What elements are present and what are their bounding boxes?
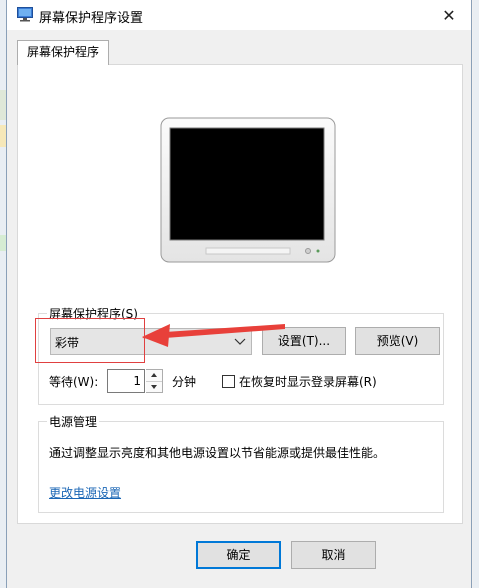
minute-label: 分钟 (172, 375, 197, 389)
preview-button[interactable]: 预览(V) (355, 327, 440, 355)
title-bar[interactable]: 屏幕保护程序设置 ✕ (7, 0, 471, 30)
monitor-preview-image (160, 117, 336, 263)
screensaver-settings-dialog: 屏幕保护程序设置 ✕ 屏幕保护程序 屏幕保护程序(S) 彩带 设置(T)... … (6, 0, 472, 588)
close-button[interactable]: ✕ (427, 0, 471, 30)
change-power-settings-link[interactable]: 更改电源设置 (49, 484, 121, 501)
chevron-down-icon (234, 338, 246, 345)
power-group-label: 电源管理 (47, 413, 100, 430)
background-app-right-edge (473, 0, 479, 588)
window-title: 屏幕保护程序设置 (39, 11, 144, 26)
resume-login-checkbox[interactable] (222, 375, 235, 388)
cancel-button[interactable]: 取消 (291, 541, 376, 569)
annotation-highlight-box (35, 318, 145, 363)
stepper-down-icon[interactable] (146, 381, 162, 392)
monitor-app-icon (17, 7, 33, 22)
settings-button[interactable]: 设置(T)... (262, 327, 346, 355)
tab-screensaver[interactable]: 屏幕保护程序 (17, 40, 109, 65)
tab-panel: 屏幕保护程序(S) 彩带 设置(T)... 预览(V) 等待(W): 1 分钟 (17, 64, 463, 524)
ok-button[interactable]: 确定 (196, 541, 281, 569)
power-management-group: 电源管理 通过调整显示亮度和其他电源设置以节省能源或提供最佳性能。 更改电源设置 (38, 413, 444, 513)
resume-login-label[interactable]: 在恢复时显示登录屏幕(R) (239, 373, 377, 390)
power-description: 通过调整显示亮度和其他电源设置以节省能源或提供最佳性能。 (49, 446, 386, 460)
wait-label: 等待(W): (49, 375, 99, 389)
close-icon: ✕ (442, 5, 456, 25)
wait-minutes-stepper[interactable] (146, 369, 163, 393)
wait-minutes-input[interactable]: 1 (107, 369, 145, 393)
